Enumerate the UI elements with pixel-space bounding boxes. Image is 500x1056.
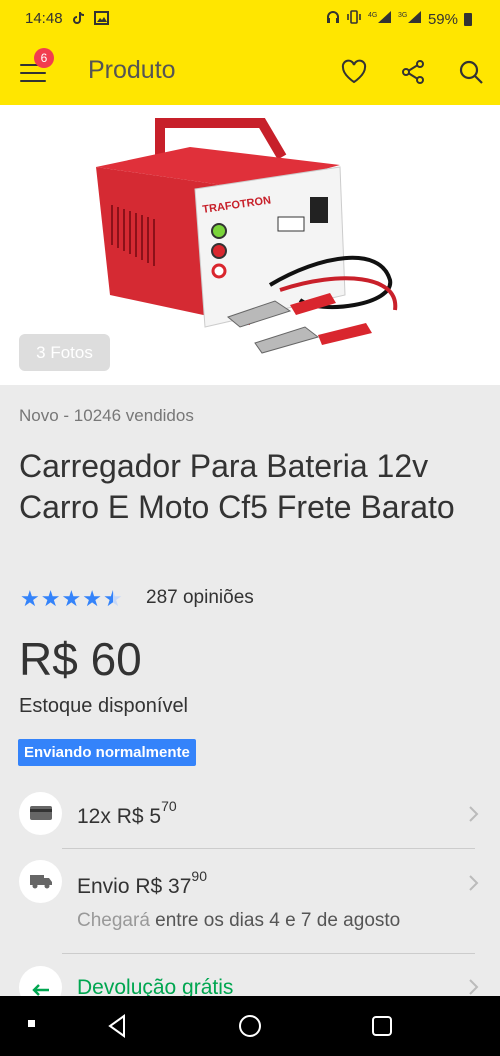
price: R$ 60	[19, 633, 142, 685]
rating-stars[interactable]: ★ ★ ★ ★ ★	[20, 588, 123, 610]
battery-percent: 59%	[427, 10, 458, 28]
page-title: Produto	[88, 56, 176, 84]
status-bar: 14:48 4G 3G 59%	[0, 0, 500, 38]
headphones-icon	[326, 10, 340, 28]
chevron-right-icon	[469, 979, 479, 995]
status-right-icons: 4G 3G 59%	[326, 10, 472, 28]
favorite-heart-icon[interactable]	[340, 58, 368, 86]
gallery-icon	[94, 11, 109, 25]
hamburger-icon-bar	[20, 80, 46, 82]
search-icon[interactable]	[457, 58, 485, 86]
delivery-estimate: Chegará entre os dias 4 e 7 de agosto	[77, 910, 401, 931]
installments-text: 12x R$ 570	[77, 798, 177, 828]
divider	[62, 848, 475, 849]
svg-text:3G: 3G	[398, 12, 407, 19]
recent-dot-icon[interactable]	[28, 1020, 35, 1027]
product-title: Carregador Para Bateria 12v Carro E Moto…	[19, 448, 455, 525]
app-header: 6 Produto	[0, 38, 500, 105]
divider	[62, 953, 475, 954]
svg-text:4G: 4G	[368, 12, 377, 19]
3g-signal-icon: 3G	[398, 10, 422, 28]
opinions-count[interactable]: 287 opiniões	[146, 587, 254, 609]
back-icon[interactable]	[106, 1014, 128, 1038]
credit-card-icon	[19, 792, 62, 835]
shipping-cost: Envio R$ 3790	[77, 868, 207, 898]
chevron-right-icon	[469, 806, 479, 822]
photos-count-badge: 3 Fotos	[19, 334, 110, 371]
star-half-icon: ★	[102, 586, 123, 611]
recent-apps-icon[interactable]	[371, 1015, 393, 1037]
star-full-icon: ★	[61, 586, 82, 611]
home-icon[interactable]	[238, 1014, 262, 1038]
condition-sold-count: Novo - 10246 vendidos	[19, 406, 194, 425]
battery-icon	[464, 12, 472, 26]
hamburger-icon-bar	[20, 72, 46, 74]
vibrate-icon	[346, 10, 362, 28]
status-time: 14:48	[25, 10, 63, 27]
share-icon[interactable]	[399, 58, 427, 86]
4g-signal-icon: 4G	[368, 10, 392, 28]
star-full-icon: ★	[20, 586, 40, 611]
star-full-icon: ★	[82, 586, 102, 611]
chevron-right-icon	[469, 875, 479, 891]
shipping-status-badge: Enviando normalmente	[18, 739, 196, 766]
notification-badge: 6	[34, 48, 54, 68]
star-full-icon: ★	[40, 586, 61, 611]
tiktok-icon	[72, 11, 86, 25]
system-navigation-bar	[0, 996, 500, 1056]
menu-button[interactable]: 6	[20, 48, 54, 84]
truck-icon	[19, 860, 62, 903]
stock-status: Estoque disponível	[19, 695, 189, 717]
